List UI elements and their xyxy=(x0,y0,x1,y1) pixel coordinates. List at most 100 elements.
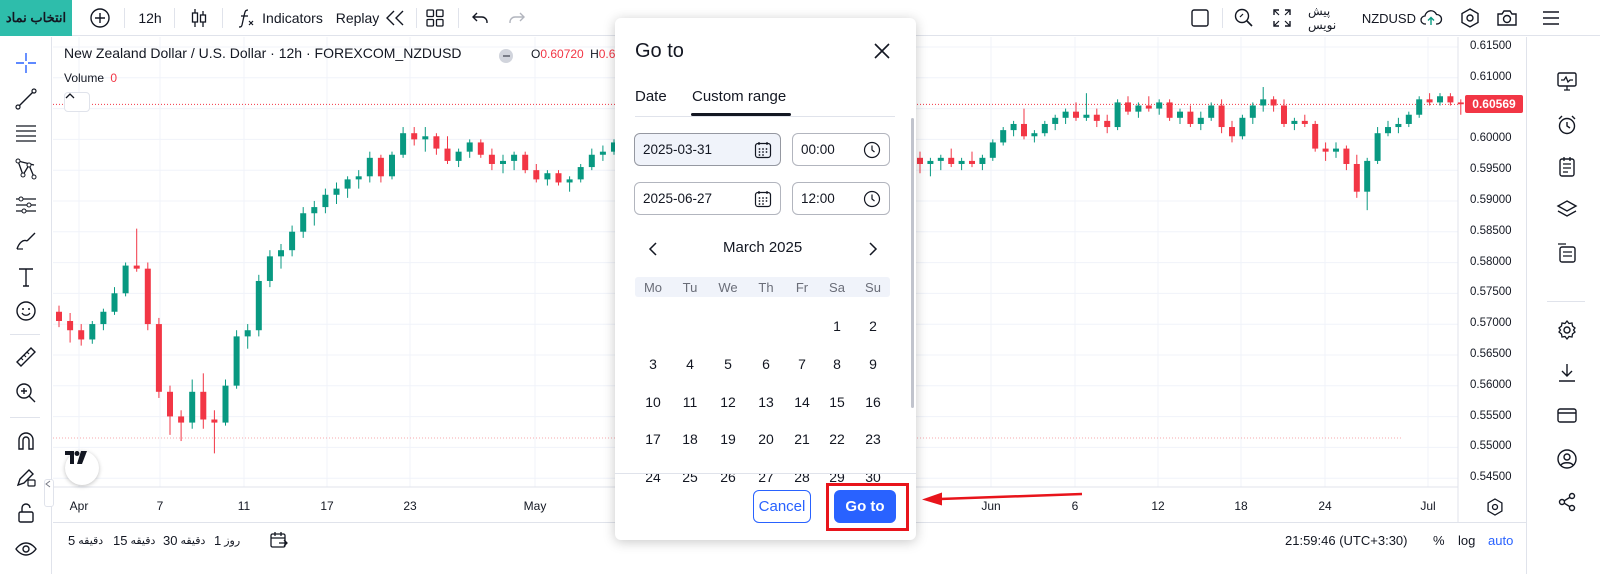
add-symbol-button[interactable] xyxy=(84,0,116,36)
calendar-day[interactable]: 2 xyxy=(869,318,877,334)
range-button[interactable]: 5 دقیقه xyxy=(68,523,103,557)
calendar-day[interactable]: 9 xyxy=(869,356,877,372)
calendar-day[interactable]: 15 xyxy=(829,394,845,410)
tab-custom-range[interactable]: Custom range xyxy=(692,88,786,105)
close-button[interactable] xyxy=(871,40,893,62)
calendar-day[interactable]: 13 xyxy=(758,394,774,410)
stay-in-drawing-tool[interactable] xyxy=(10,461,42,493)
news-button[interactable] xyxy=(1553,239,1581,267)
dialog-scrollbar[interactable] xyxy=(911,118,914,408)
range-button[interactable]: 30 دقیقه xyxy=(163,523,205,557)
calendar-day[interactable]: 7 xyxy=(798,356,806,372)
settings-button[interactable] xyxy=(1456,0,1484,36)
pattern-tool[interactable] xyxy=(10,153,42,185)
watchlist-button[interactable] xyxy=(1553,67,1581,95)
log-scale-toggle[interactable]: log xyxy=(1458,523,1475,557)
calendar-day[interactable]: 22 xyxy=(829,431,845,447)
candle-body xyxy=(1125,102,1131,112)
prediction-tool[interactable] xyxy=(10,189,42,221)
symbol-search-button[interactable]: انتخاب نماد xyxy=(0,0,72,36)
close-icon xyxy=(874,43,890,59)
calendar-day[interactable]: 17 xyxy=(645,431,661,447)
hide-drawings-tool[interactable] xyxy=(10,533,42,565)
calendar-day[interactable]: 14 xyxy=(794,394,810,410)
calendar-day[interactable]: 16 xyxy=(865,394,881,410)
calendar-day[interactable]: 11 xyxy=(683,394,698,410)
payment-button[interactable] xyxy=(1553,401,1581,429)
axis-settings-button[interactable] xyxy=(1485,497,1507,519)
share-button[interactable] xyxy=(1553,488,1581,516)
candle-body xyxy=(1364,160,1371,192)
calendar-day[interactable]: 8 xyxy=(833,356,841,372)
crosshair-tool[interactable] xyxy=(10,47,42,79)
interval-button[interactable]: 12h xyxy=(134,0,166,36)
candle-body xyxy=(1333,148,1339,152)
range-button[interactable]: 1 روز xyxy=(214,523,240,557)
alerts-button[interactable] xyxy=(1553,111,1581,139)
calendar-day[interactable]: 12 xyxy=(720,394,736,410)
toolbar-collapse-button[interactable] xyxy=(44,479,54,507)
calendar-day[interactable]: 20 xyxy=(758,431,774,447)
start-time-field[interactable]: 00:00 xyxy=(792,133,890,166)
fullscreen-frame-button[interactable] xyxy=(1186,0,1214,36)
calendar-day[interactable]: 1 xyxy=(833,318,841,334)
quick-search-button[interactable] xyxy=(1230,0,1258,36)
indicators-button[interactable]: Indicators xyxy=(232,0,326,36)
brush-tool[interactable] xyxy=(10,225,42,257)
end-time-field[interactable]: 12:00 xyxy=(792,182,890,215)
trend-line-tool[interactable] xyxy=(10,83,42,115)
text-tool[interactable] xyxy=(10,261,42,293)
measure-tool[interactable] xyxy=(10,341,42,373)
calendar-day[interactable]: 21 xyxy=(794,431,810,447)
chart-type-button[interactable] xyxy=(184,0,214,36)
candle-body xyxy=(300,213,307,232)
fullscreen-button[interactable] xyxy=(1268,0,1296,36)
candle-body xyxy=(1301,120,1308,124)
calendar-day[interactable]: 23 xyxy=(865,431,881,447)
calendar-day[interactable]: 6 xyxy=(762,356,770,372)
cancel-button[interactable]: Cancel xyxy=(753,490,811,523)
undo-button[interactable] xyxy=(466,0,494,36)
calendar-day[interactable]: 10 xyxy=(645,394,661,410)
sidebar-settings-button[interactable] xyxy=(1553,316,1581,344)
symbol-info[interactable]: پیش نویس NZDUSD xyxy=(1308,0,1416,36)
end-date-field[interactable]: 2025-06-27 xyxy=(634,182,781,215)
emoji-tool[interactable] xyxy=(10,295,42,327)
zoom-tool[interactable] xyxy=(10,377,42,409)
candle-body xyxy=(544,173,551,180)
calendar-day[interactable]: 3 xyxy=(649,356,657,372)
auto-scale-toggle[interactable]: auto xyxy=(1488,523,1513,557)
candle-body xyxy=(1270,99,1277,106)
magnet-tool[interactable] xyxy=(10,425,42,457)
calendar-day[interactable]: 18 xyxy=(682,431,698,447)
calendar-day[interactable]: 19 xyxy=(720,431,736,447)
download-button[interactable] xyxy=(1553,359,1581,387)
menu-button[interactable] xyxy=(1536,0,1566,36)
start-date-field[interactable]: 2025-03-31 xyxy=(634,133,781,166)
next-month-button[interactable] xyxy=(863,240,881,258)
redo-button[interactable] xyxy=(503,0,531,36)
fib-tool[interactable] xyxy=(10,117,42,149)
layers-button[interactable] xyxy=(1553,195,1581,223)
snapshot-button[interactable] xyxy=(1492,0,1522,36)
prev-month-button[interactable] xyxy=(645,240,663,258)
calendar-day[interactable]: 4 xyxy=(686,356,694,372)
percent-scale-toggle[interactable]: % xyxy=(1433,523,1445,557)
range-button[interactable]: 15 دقیقه xyxy=(113,523,155,557)
cloud-save-button[interactable] xyxy=(1416,0,1446,36)
goto-date-button[interactable] xyxy=(267,523,291,557)
lock-drawings-tool[interactable] xyxy=(10,497,42,529)
cloud-upload-icon xyxy=(1420,10,1443,25)
price-tick-label: 0.61000 xyxy=(1470,70,1512,83)
notes-button[interactable] xyxy=(1553,153,1581,181)
calendar-day[interactable]: 5 xyxy=(724,356,732,372)
candles-icon xyxy=(191,9,207,27)
profile-button[interactable] xyxy=(1553,445,1581,473)
tab-date[interactable]: Date xyxy=(635,88,667,105)
legend-collapse-button[interactable] xyxy=(64,92,90,112)
expand-icon xyxy=(1273,9,1291,27)
clock[interactable]: 21:59:46 (UTC+3:30) xyxy=(1285,523,1407,557)
tradingview-logo[interactable] xyxy=(65,451,99,485)
layout-button[interactable] xyxy=(420,0,450,36)
replay-button[interactable]: Replay xyxy=(332,0,410,36)
